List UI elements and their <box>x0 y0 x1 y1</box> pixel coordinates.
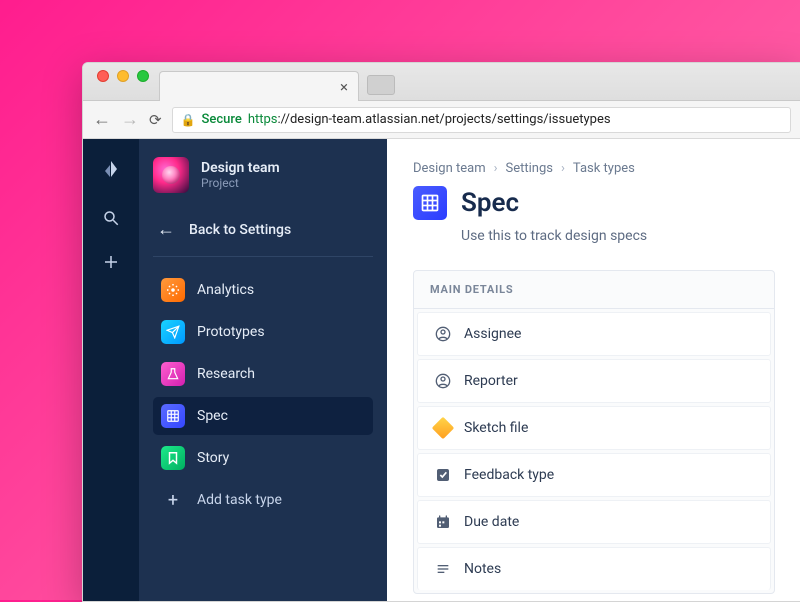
close-window-button[interactable] <box>97 70 109 82</box>
reload-icon[interactable]: ⟳ <box>149 111 162 129</box>
breadcrumb: Design team › Settings › Task types <box>413 161 775 176</box>
arrow-left-icon: ← <box>157 219 175 240</box>
analytics-icon <box>161 278 185 302</box>
browser-tabbar: × <box>83 63 800 101</box>
person-icon <box>434 325 452 343</box>
add-task-type-label: Add task type <box>197 492 282 508</box>
field-label: Feedback type <box>464 467 554 483</box>
field-assignee[interactable]: Assignee <box>417 312 771 356</box>
story-icon <box>161 446 185 470</box>
project-name: Design team <box>201 160 280 176</box>
lock-icon: 🔒 <box>181 113 196 127</box>
field-reporter[interactable]: Reporter <box>417 359 771 403</box>
field-label: Assignee <box>464 326 521 342</box>
sidebar-item-story[interactable]: Story <box>153 439 373 477</box>
browser-window: × ← → ⟳ 🔒 Secure https://design-team.atl… <box>82 62 800 602</box>
breadcrumb-item[interactable]: Task types <box>573 161 635 176</box>
project-subtitle: Project <box>201 176 280 190</box>
prototypes-icon <box>161 320 185 344</box>
window-controls <box>97 70 149 82</box>
sidebar-item-label: Analytics <box>197 282 254 298</box>
spec-icon <box>161 404 185 428</box>
forward-icon[interactable]: → <box>121 109 139 130</box>
spec-icon <box>413 186 447 220</box>
product-logo-icon[interactable] <box>99 157 123 185</box>
field-label: Reporter <box>464 373 518 389</box>
field-notes[interactable]: Notes <box>417 547 771 590</box>
project-avatar <box>153 157 189 193</box>
back-icon[interactable]: ← <box>93 109 111 130</box>
calendar-icon <box>434 513 452 531</box>
browser-tab[interactable]: × <box>159 71 359 101</box>
create-icon[interactable] <box>100 251 122 273</box>
sidebar-item-spec[interactable]: Spec <box>153 397 373 435</box>
global-nav-rail <box>83 139 139 601</box>
notes-icon <box>434 560 452 578</box>
breadcrumb-item[interactable]: Design team <box>413 161 486 176</box>
app-shell: Design team Project ← Back to Settings A… <box>83 139 800 601</box>
sidebar-item-label: Prototypes <box>197 324 265 340</box>
chevron-right-icon: › <box>561 161 565 176</box>
field-due-date[interactable]: Due date <box>417 500 771 544</box>
add-task-type[interactable]: + Add task type <box>153 481 373 519</box>
field-sketch-file[interactable]: Sketch file <box>417 406 771 450</box>
sidebar-item-prototypes[interactable]: Prototypes <box>153 313 373 351</box>
nav-arrows: ← → <box>93 109 139 130</box>
sidebar-item-label: Spec <box>197 408 228 424</box>
back-to-settings[interactable]: ← Back to Settings <box>153 211 373 257</box>
sidebar-item-label: Story <box>197 450 229 466</box>
sidebar-item-research[interactable]: Research <box>153 355 373 393</box>
panel-header: MAIN DETAILS <box>414 271 774 309</box>
checkbox-icon <box>434 466 452 484</box>
secure-label: Secure <box>202 112 242 127</box>
chevron-right-icon: › <box>494 161 498 176</box>
field-feedback-type[interactable]: Feedback type <box>417 453 771 497</box>
maximize-window-button[interactable] <box>137 70 149 82</box>
page-title-row: Spec <box>413 186 775 220</box>
main-content: Design team › Settings › Task types Spec… <box>387 139 800 601</box>
plus-icon: + <box>161 488 185 512</box>
breadcrumb-item[interactable]: Settings <box>506 161 553 176</box>
sketch-icon <box>434 419 452 437</box>
page-subtitle: Use this to track design specs <box>461 228 775 244</box>
url-protocol: https <box>248 112 278 127</box>
research-icon <box>161 362 185 386</box>
minimize-window-button[interactable] <box>117 70 129 82</box>
close-tab-icon[interactable]: × <box>340 78 348 96</box>
address-bar[interactable]: 🔒 Secure https://design-team.atlassian.n… <box>172 107 791 133</box>
back-label: Back to Settings <box>189 222 291 238</box>
sidebar-item-label: Research <box>197 366 255 382</box>
search-icon[interactable] <box>100 207 122 229</box>
url-path: ://design-team.atlassian.net/projects/se… <box>278 112 611 127</box>
sidebar-item-analytics[interactable]: Analytics <box>153 271 373 309</box>
new-tab-button[interactable] <box>367 75 395 95</box>
page-title: Spec <box>461 188 519 218</box>
project-header[interactable]: Design team Project <box>153 157 373 193</box>
field-label: Due date <box>464 514 519 530</box>
main-details-panel: MAIN DETAILS Assignee Reporter <box>413 270 775 594</box>
project-sidebar: Design team Project ← Back to Settings A… <box>139 139 387 601</box>
field-label: Notes <box>464 561 501 577</box>
field-label: Sketch file <box>464 420 528 436</box>
person-icon <box>434 372 452 390</box>
browser-toolbar: ← → ⟳ 🔒 Secure https://design-team.atlas… <box>83 101 800 139</box>
task-type-list: Analytics Prototypes Research <box>153 271 373 519</box>
